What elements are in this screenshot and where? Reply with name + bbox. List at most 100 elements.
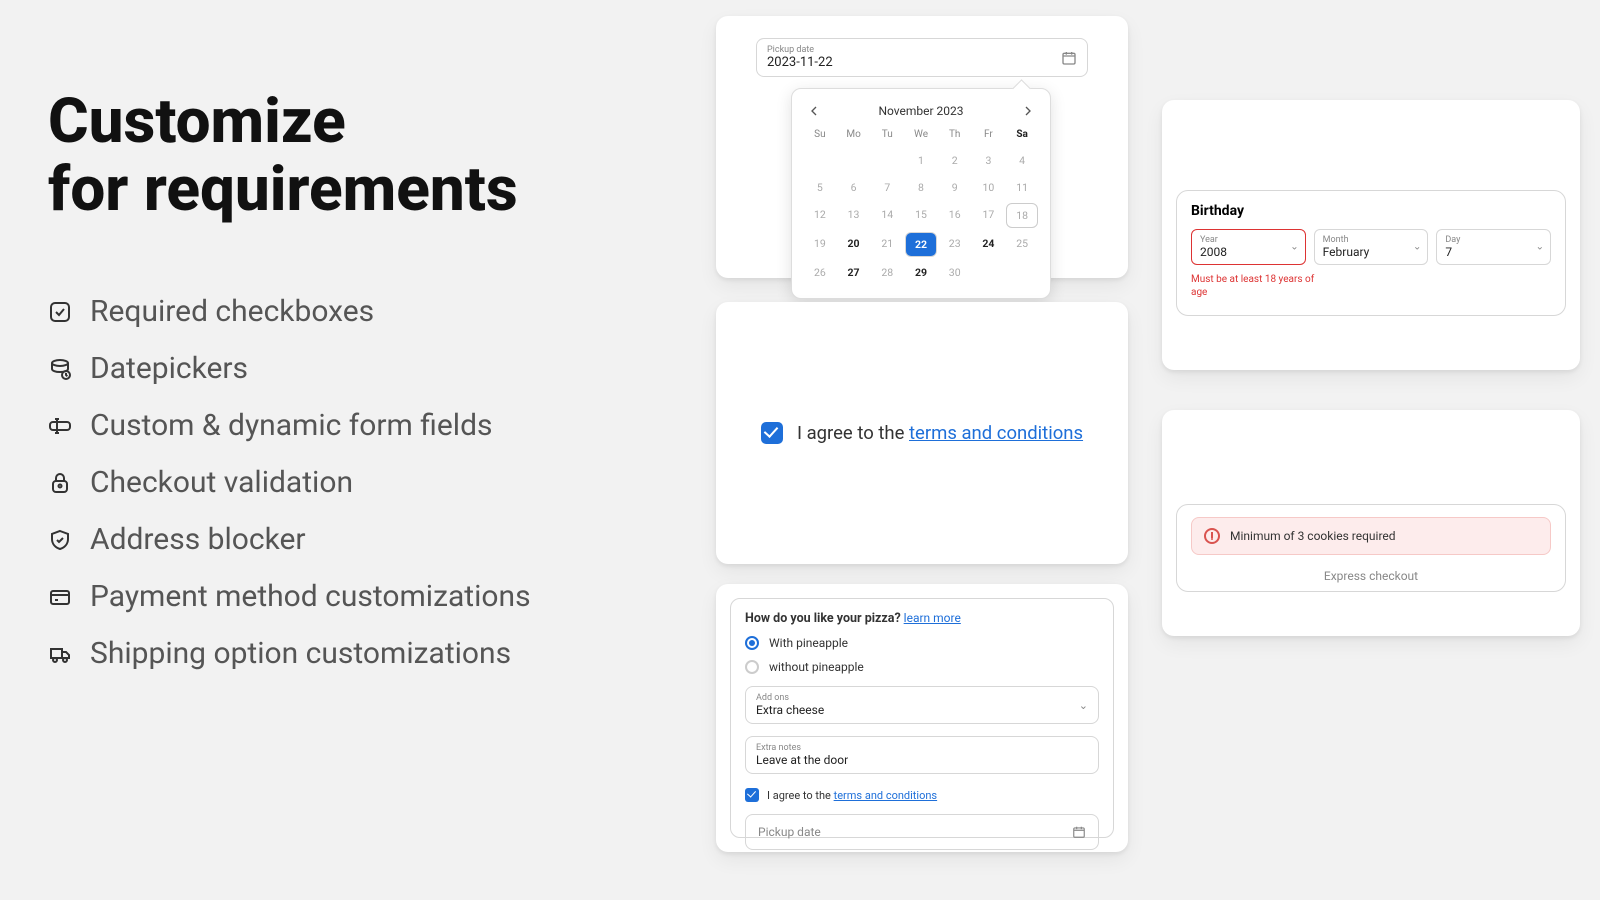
year-select[interactable]: Year 2008 ⌄ [1191, 229, 1306, 265]
day-cell[interactable]: 7 [871, 176, 903, 199]
day-cell[interactable]: 4 [1006, 149, 1038, 172]
feature-item: Checkout validation [48, 465, 608, 500]
terms-text: I agree to the terms and conditions [797, 422, 1083, 444]
truck-icon [48, 642, 72, 666]
radio-without-pineapple[interactable]: without pineapple [745, 660, 1099, 674]
validation-alert: Minimum of 3 cookies required [1191, 517, 1551, 555]
lock-icon [48, 471, 72, 495]
day-cell[interactable]: 18 [1006, 203, 1038, 228]
day-cell[interactable]: 15 [905, 203, 937, 228]
day-cell[interactable]: 28 [871, 261, 903, 284]
terms-checkbox[interactable] [761, 422, 783, 444]
day-cell[interactable]: 9 [939, 176, 971, 199]
day-cell[interactable]: 10 [973, 176, 1005, 199]
day-cell [1006, 261, 1038, 284]
day-cell[interactable]: 8 [905, 176, 937, 199]
prev-month-button[interactable] [806, 103, 822, 119]
chevron-down-icon: ⌄ [1536, 242, 1544, 253]
terms-card: I agree to the terms and conditions [716, 302, 1128, 564]
shield-icon [48, 528, 72, 552]
day-cell[interactable]: 5 [804, 176, 836, 199]
input-value: 2023-11-22 [767, 55, 833, 70]
calendar-db-icon [48, 357, 72, 381]
input-label: Pickup date [767, 45, 833, 55]
day-cell[interactable]: 13 [838, 203, 870, 228]
learn-more-link[interactable]: learn more [904, 611, 961, 625]
pickup-date-field[interactable]: Pickup date [745, 814, 1099, 850]
day-select[interactable]: Day 7 ⌄ [1436, 229, 1551, 265]
pizza-terms-text: I agree to the terms and conditions [767, 789, 937, 802]
express-checkout-label: Express checkout [1191, 555, 1551, 591]
day-cell[interactable]: 23 [939, 232, 971, 257]
chevron-down-icon: ⌄ [1079, 699, 1088, 712]
day-cell[interactable]: 14 [871, 203, 903, 228]
warning-icon [1204, 528, 1220, 544]
dow-header: Sa [1006, 129, 1038, 145]
radio-with-pineapple[interactable]: With pineapple [745, 636, 1099, 650]
dow-header: Fr [973, 129, 1005, 145]
day-cell [871, 149, 903, 172]
express-checkout-card: Minimum of 3 cookies required Express ch… [1162, 410, 1580, 636]
day-cell[interactable]: 17 [973, 203, 1005, 228]
month-label: November 2023 [878, 104, 963, 118]
pizza-terms-link[interactable]: terms and conditions [834, 789, 938, 802]
pizza-form-card: How do you like your pizza? learn more W… [716, 584, 1128, 852]
feature-item: Custom & dynamic form fields [48, 408, 608, 443]
calendar-icon [1061, 50, 1077, 66]
day-cell[interactable]: 2 [939, 149, 971, 172]
day-cell[interactable]: 22 [905, 232, 937, 257]
dow-header: Su [804, 129, 836, 145]
feature-item: Shipping option customizations [48, 636, 608, 671]
day-cell[interactable]: 20 [838, 232, 870, 257]
calendar-icon [1072, 825, 1086, 839]
next-month-button[interactable] [1020, 103, 1036, 119]
feature-item: Address blocker [48, 522, 608, 557]
pickup-date-input[interactable]: Pickup date 2023-11-22 [756, 38, 1088, 77]
radio-icon [745, 636, 759, 650]
radio-icon [745, 660, 759, 674]
day-cell[interactable]: 24 [973, 232, 1005, 257]
day-cell[interactable]: 26 [804, 261, 836, 284]
day-cell[interactable]: 19 [804, 232, 836, 257]
feature-item: Payment method customizations [48, 579, 608, 614]
chevron-down-icon: ⌄ [1290, 242, 1298, 253]
day-cell [838, 149, 870, 172]
day-cell[interactable]: 16 [939, 203, 971, 228]
chevron-down-icon: ⌄ [1413, 242, 1421, 253]
feature-item: Datepickers [48, 351, 608, 386]
birthday-error: Must be at least 18 years of age [1191, 273, 1331, 299]
day-cell[interactable]: 6 [838, 176, 870, 199]
day-cell[interactable]: 1 [905, 149, 937, 172]
day-cell[interactable]: 29 [905, 261, 937, 284]
day-cell[interactable]: 11 [1006, 176, 1038, 199]
dow-header: We [905, 129, 937, 145]
datepicker-popover: November 2023 SuMoTuWeThFrSa123456789101… [791, 88, 1051, 299]
form-field-icon [48, 414, 72, 438]
month-select[interactable]: Month February ⌄ [1314, 229, 1429, 265]
day-cell[interactable]: 30 [939, 261, 971, 284]
day-cell [973, 261, 1005, 284]
birthday-title: Birthday [1191, 203, 1551, 219]
left-pane: Customize for requirements Required chec… [48, 88, 608, 693]
credit-card-icon [48, 585, 72, 609]
pizza-question: How do you like your pizza? learn more [745, 611, 1099, 626]
dow-header: Th [939, 129, 971, 145]
feature-item: Required checkboxes [48, 294, 608, 329]
day-cell[interactable]: 21 [871, 232, 903, 257]
dow-header: Tu [871, 129, 903, 145]
pizza-terms-checkbox[interactable] [745, 788, 759, 802]
extra-notes-input[interactable]: Extra notes Leave at the door [745, 736, 1099, 774]
day-cell[interactable]: 25 [1006, 232, 1038, 257]
terms-link[interactable]: terms and conditions [909, 422, 1083, 444]
day-cell[interactable]: 3 [973, 149, 1005, 172]
day-cell[interactable]: 12 [804, 203, 836, 228]
feature-list: Required checkboxes Datepickers Custom &… [48, 294, 608, 671]
dow-header: Mo [838, 129, 870, 145]
day-cell [804, 149, 836, 172]
datepicker-card: Pickup date 2023-11-22 November 2023 SuM… [716, 16, 1128, 278]
addons-select[interactable]: Add ons Extra cheese ⌄ [745, 686, 1099, 724]
birthday-card: Birthday Year 2008 ⌄ Month February ⌄ Da… [1162, 100, 1580, 370]
checkbox-icon [48, 300, 72, 324]
day-cell[interactable]: 27 [838, 261, 870, 284]
page-title: Customize for requirements [48, 88, 608, 224]
